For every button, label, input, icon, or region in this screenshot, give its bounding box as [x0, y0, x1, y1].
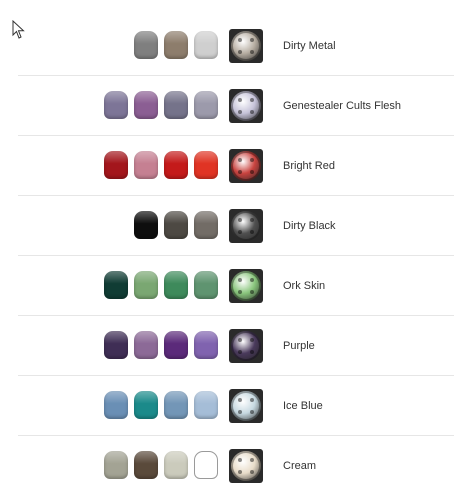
mini-preview-image[interactable] [229, 149, 263, 183]
paint-name[interactable]: Bright Red [283, 136, 335, 196]
paint-list: Dirty Metal Genestealer Cults Flesh Bright… [18, 16, 454, 496]
paint-pot[interactable] [164, 331, 188, 359]
paint-pot[interactable] [164, 391, 188, 419]
paint-name[interactable]: Ork Skin [283, 256, 325, 316]
paint-name[interactable]: Dirty Metal [283, 16, 336, 76]
paint-pot[interactable] [194, 151, 218, 179]
paint-pot[interactable] [134, 91, 158, 119]
paint-pots [18, 331, 218, 361]
paint-pot[interactable] [134, 151, 158, 179]
paint-name[interactable]: Genestealer Cults Flesh [283, 76, 401, 136]
paint-name[interactable]: Dirty Black [283, 196, 336, 256]
paint-pot[interactable] [134, 31, 158, 59]
paint-pot[interactable] [134, 331, 158, 359]
paint-pot[interactable] [164, 151, 188, 179]
paint-name[interactable]: Ice Blue [283, 376, 323, 436]
paint-pot[interactable] [164, 211, 188, 239]
paint-pot[interactable] [134, 451, 158, 479]
paint-row[interactable]: Purple [18, 316, 454, 376]
paint-pot[interactable] [104, 91, 128, 119]
paint-pot[interactable] [164, 451, 188, 479]
paint-pot[interactable] [134, 211, 158, 239]
mini-preview-image[interactable] [229, 269, 263, 303]
paint-pot[interactable] [104, 271, 128, 299]
paint-pot[interactable] [194, 211, 218, 239]
paint-row[interactable]: Dirty Black [18, 196, 454, 256]
paint-pots [18, 211, 218, 241]
paint-pots [18, 271, 218, 301]
paint-pots [18, 31, 218, 61]
paint-pots [18, 391, 218, 421]
paint-pot[interactable] [194, 331, 218, 359]
mini-preview-image[interactable] [229, 329, 263, 363]
paint-row[interactable]: Genestealer Cults Flesh [18, 76, 454, 136]
paint-row[interactable]: Ice Blue [18, 376, 454, 436]
paint-pot[interactable] [134, 271, 158, 299]
paint-pot[interactable] [164, 91, 188, 119]
mini-preview-image[interactable] [229, 389, 263, 423]
paint-pot[interactable] [104, 331, 128, 359]
paint-name[interactable]: Purple [283, 316, 315, 376]
paint-name[interactable]: Cream [283, 436, 316, 496]
paint-pot[interactable] [194, 271, 218, 299]
paint-row[interactable]: Cream [18, 436, 454, 496]
paint-row[interactable]: Bright Red [18, 136, 454, 196]
paint-row[interactable]: Ork Skin [18, 256, 454, 316]
paint-pot[interactable] [164, 271, 188, 299]
paint-pot[interactable] [194, 91, 218, 119]
paint-pot[interactable] [104, 151, 128, 179]
mini-preview-image[interactable] [229, 449, 263, 483]
paint-pot[interactable] [194, 391, 218, 419]
paint-pot[interactable] [134, 391, 158, 419]
mini-preview-image[interactable] [229, 29, 263, 63]
paint-pot[interactable] [164, 31, 188, 59]
mini-preview-image[interactable] [229, 89, 263, 123]
paint-pot[interactable] [104, 391, 128, 419]
paint-pot[interactable] [104, 451, 128, 479]
paint-pots [18, 451, 218, 481]
paint-pots [18, 151, 218, 181]
paint-pot[interactable] [194, 31, 218, 59]
paint-pots [18, 91, 218, 121]
paint-pot[interactable] [194, 451, 218, 479]
paint-row[interactable]: Dirty Metal [18, 16, 454, 76]
mini-preview-image[interactable] [229, 209, 263, 243]
